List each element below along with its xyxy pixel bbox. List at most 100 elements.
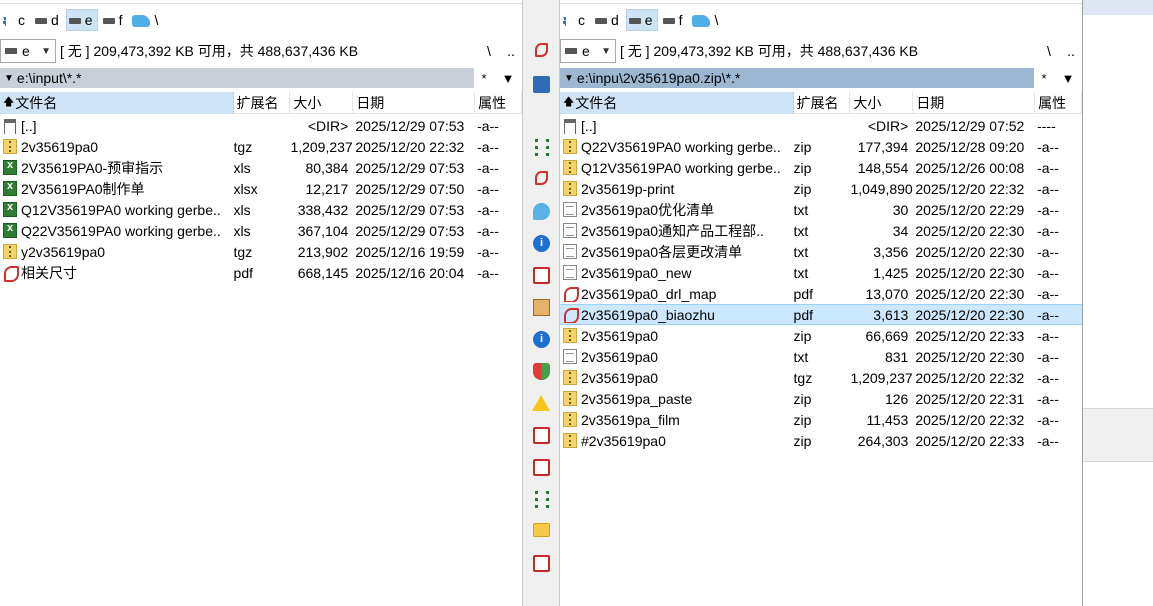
- drive-d-button[interactable]: d: [32, 9, 64, 31]
- history-dropdown-icon[interactable]: ▼: [564, 73, 574, 84]
- info-icon[interactable]: i: [533, 331, 550, 348]
- chevron-down-icon[interactable]: ▼: [1062, 71, 1075, 86]
- col-date-header[interactable]: 日期: [913, 91, 1036, 114]
- file-name: 2v35619pa0: [21, 138, 99, 155]
- filter-box[interactable]: * ▼: [1034, 68, 1082, 88]
- file-row[interactable]: 2v35619pa0优化清单 txt 30 2025/12/20 22:29 -a--: [560, 199, 1082, 220]
- file-row[interactable]: Q12V35619PA0 working gerbe.. xls 338,432 20…: [0, 199, 522, 220]
- file-name-cell: 2v35619pa0: [560, 328, 794, 344]
- file-name: Q12V35619PA0 working gerbe..: [21, 201, 221, 218]
- red-tool-icon[interactable]: [533, 267, 550, 284]
- file-size: 12,217: [305, 180, 349, 197]
- current-path-bar[interactable]: ▼ e:\input\*.* * ▼: [0, 68, 522, 88]
- file-name-cell: 2V35619PA0-预审指示: [0, 158, 234, 178]
- col-size-header[interactable]: 大小: [290, 91, 354, 114]
- file-name-cell: 2v35619pa0优化清单: [560, 200, 794, 220]
- folder-icon[interactable]: [533, 523, 550, 537]
- file-row[interactable]: [..] <DIR> 2025/12/29 07:53 -a--: [0, 115, 522, 136]
- file-attr: -a--: [1037, 138, 1059, 155]
- image-icon[interactable]: [533, 299, 550, 316]
- text-file-icon: [563, 265, 577, 280]
- file-name: 2v35619pa0_drl_map: [581, 285, 717, 302]
- col-name-header[interactable]: 🡅 文件名: [0, 91, 234, 114]
- file-attr: -a--: [1037, 180, 1059, 197]
- warning-icon[interactable]: [532, 395, 550, 411]
- drive-info-bar: e ▼ [ 无 ] 209,473,392 KB 可用，共 488,637,436…: [560, 38, 1082, 64]
- pdf-icon[interactable]: [535, 171, 548, 185]
- file-row[interactable]: 2v35619pa0 tgz 1,209,237 2025/12/20 22:32 -a…: [0, 136, 522, 157]
- col-size-header[interactable]: 大小: [850, 91, 914, 114]
- col-ext-header[interactable]: 扩展名: [794, 91, 851, 114]
- file-date: 2025/12/20 22:30: [915, 285, 1025, 302]
- parent-button[interactable]: ..: [1060, 43, 1082, 59]
- col-attr-header[interactable]: 属性: [1035, 91, 1082, 114]
- drive-f-button[interactable]: f: [100, 9, 128, 31]
- file-name-cell: 2v35619p-print: [560, 181, 794, 197]
- file-row[interactable]: [..] <DIR> 2025/12/29 07:52 ----: [560, 115, 1082, 136]
- current-path-bar[interactable]: ▼ e:\inpu\2v35619pa0.zip\*.* * ▼: [560, 68, 1082, 88]
- file-row[interactable]: 2v35619pa0各层更改清单 txt 3,356 2025/12/20 22:30…: [560, 241, 1082, 262]
- chat-icon[interactable]: [533, 203, 550, 220]
- file-row[interactable]: 2v35619pa0_new txt 1,425 2025/12/20 22:30 -a…: [560, 262, 1082, 283]
- file-row[interactable]: 2v35619pa0 tgz 1,209,237 2025/12/20 22:32 -a…: [560, 367, 1082, 388]
- info-icon[interactable]: i: [533, 235, 550, 252]
- file-row[interactable]: Q22V35619PA0 working gerbe.. xls 367,104 20…: [0, 220, 522, 241]
- file-size: <DIR>: [307, 117, 349, 134]
- file-row[interactable]: 2v35619pa0通知产品工程部.. txt 34 2025/12/20 22:30…: [560, 220, 1082, 241]
- filter-box[interactable]: * ▼: [474, 68, 522, 88]
- drive-select[interactable]: e ▼: [560, 39, 616, 63]
- file-row[interactable]: Q22V35619PA0 working gerbe.. zip 177,394 20…: [560, 136, 1082, 157]
- file-row[interactable]: 2v35619pa_paste zip 126 2025/12/20 22:31 -a-…: [560, 388, 1082, 409]
- file-name-cell: 2v35619pa0通知产品工程部..: [560, 221, 794, 241]
- col-attr-header[interactable]: 属性: [475, 91, 522, 114]
- drive-c-button[interactable]: c: [560, 9, 590, 31]
- sort-up-icon: 🡅: [563, 96, 575, 108]
- network-root-button[interactable]: \: [689, 9, 723, 31]
- file-row[interactable]: Q12V35619PA0 working gerbe.. zip 148,554 20…: [560, 157, 1082, 178]
- col-name-header[interactable]: 🡅 文件名: [560, 91, 794, 114]
- drive-f-button[interactable]: f: [660, 9, 688, 31]
- file-row[interactable]: 相关尺寸 pdf 668,145 2025/12/16 20:04 -a--: [0, 262, 522, 283]
- drive-icon: [102, 18, 115, 24]
- file-size: <DIR>: [867, 117, 909, 134]
- file-row[interactable]: #2v35619pa0 zip 264,303 2025/12/20 22:33 -a-…: [560, 430, 1082, 451]
- file-attr: -a--: [477, 159, 499, 176]
- file-row[interactable]: 2v35619pa0 zip 66,669 2025/12/20 22:33 -a--: [560, 325, 1082, 346]
- file-row[interactable]: 2v35619pa0 txt 831 2025/12/20 22:30 -a--: [560, 346, 1082, 367]
- file-row[interactable]: y2v35619pa0 tgz 213,902 2025/12/16 19:59 -a-…: [0, 241, 522, 262]
- shield-icon[interactable]: [533, 363, 550, 380]
- drive-c-button[interactable]: c: [0, 9, 30, 31]
- red-doc-icon[interactable]: [533, 555, 550, 572]
- col-date-header[interactable]: 日期: [353, 91, 476, 114]
- pdf-icon[interactable]: [535, 43, 548, 57]
- drive-select[interactable]: e ▼: [0, 39, 56, 63]
- file-name-cell: Q22V35619PA0 working gerbe..: [0, 223, 234, 239]
- parent-button[interactable]: ..: [500, 43, 522, 59]
- root-button[interactable]: \: [1038, 43, 1060, 59]
- file-row[interactable]: 2V35619PA0-预审指示 xls 80,384 2025/12/29 07:53…: [0, 157, 522, 178]
- drive-e-button[interactable]: e: [65, 9, 98, 31]
- history-dropdown-icon[interactable]: ▼: [4, 73, 14, 84]
- file-attr: -a--: [1037, 327, 1059, 344]
- network-icon[interactable]: [535, 491, 549, 508]
- file-row[interactable]: 2v35619pa0_drl_map pdf 13,070 2025/12/20 22…: [560, 283, 1082, 304]
- blue-window-icon[interactable]: [533, 76, 550, 93]
- root-button[interactable]: \: [478, 43, 500, 59]
- network-root-button[interactable]: \: [129, 9, 163, 31]
- file-row[interactable]: 2v35619pa_film zip 11,453 2025/12/20 22:32-…: [560, 409, 1082, 430]
- chevron-down-icon[interactable]: ▼: [502, 71, 515, 86]
- red-doc-icon[interactable]: [533, 427, 550, 444]
- excel-icon: [3, 202, 17, 217]
- file-attr: -a--: [1037, 264, 1059, 281]
- file-row[interactable]: 2v35619p-print zip 1,049,890 2025/12/20 22:…: [560, 178, 1082, 199]
- col-ext-header[interactable]: 扩展名: [234, 91, 291, 114]
- file-row[interactable]: 2v35619pa0_biaozhu pdf 3,613 2025/12/20 22:…: [560, 304, 1082, 325]
- red-doc-icon[interactable]: [533, 459, 550, 476]
- file-name-cell: y2v35619pa0: [0, 244, 234, 260]
- drive-d-button[interactable]: d: [592, 9, 624, 31]
- chevron-down-icon: ▼: [601, 45, 611, 57]
- file-date: 2025/12/29 07:53: [355, 201, 465, 218]
- network-icon[interactable]: [535, 139, 549, 156]
- drive-e-button[interactable]: e: [625, 9, 658, 31]
- file-row[interactable]: 2V35619PA0制作单 xlsx 12,217 2025/12/29 07:50-…: [0, 178, 522, 199]
